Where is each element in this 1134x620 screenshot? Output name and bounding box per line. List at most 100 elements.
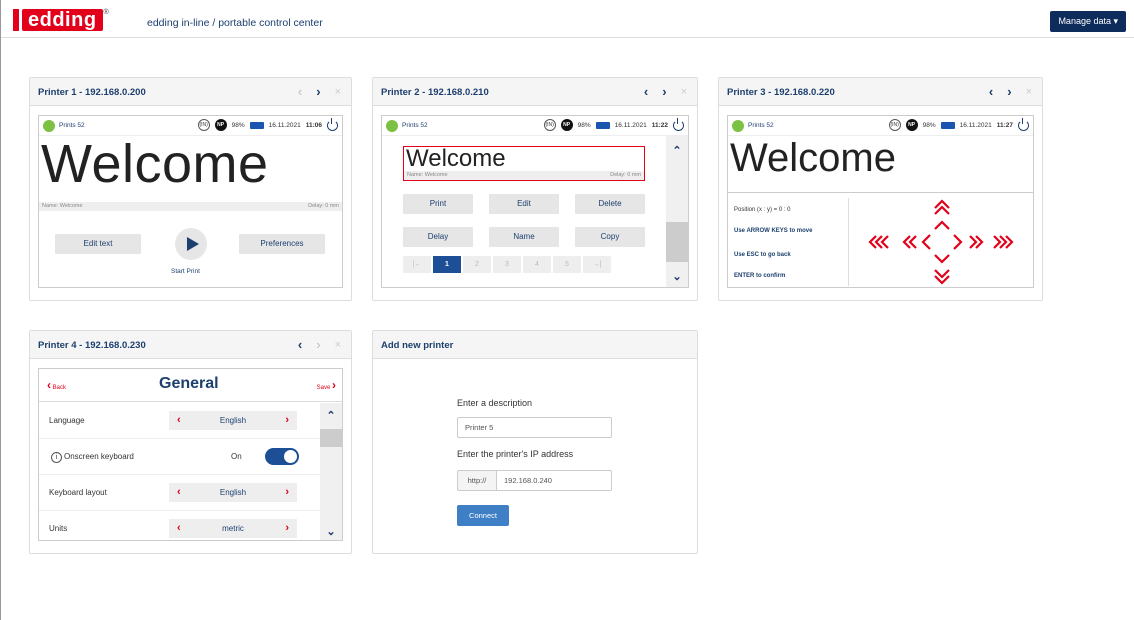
left-icon[interactable] [921,234,931,250]
right-fast-icon[interactable] [969,235,984,249]
add-printer-header: Add new printer [373,331,697,359]
next-printer-icon[interactable]: › [1007,84,1011,99]
setting-value: On [231,452,242,461]
edit-text-button[interactable]: Edit text [55,234,141,254]
onscreen-keyboard-toggle[interactable] [265,448,299,465]
preferences-button[interactable]: Preferences [239,234,325,254]
up-fast-icon[interactable] [934,199,950,215]
status-bar: Prints 52 (IN) NP 98% 16.11.2021 11:06 [39,116,342,136]
connect-button[interactable]: Connect [457,505,509,526]
copy-button[interactable]: Copy [575,227,645,247]
time: 11:22 [651,121,668,129]
battery-percent: 98% [231,121,245,129]
play-icon[interactable] [175,228,207,260]
down-fast-icon[interactable] [934,269,950,285]
next-option-icon[interactable]: › [285,519,289,538]
pagination: |← 1 2 3 4 5 →| [403,256,611,273]
close-icon[interactable]: × [681,86,687,99]
settings-header: ‹ Back General Save › [39,369,342,402]
power-icon[interactable] [1018,117,1029,131]
battery-icon [595,121,610,129]
power-icon[interactable] [327,117,338,131]
prev-option-icon[interactable]: ‹ [177,519,181,538]
language-selector[interactable]: ‹ English › [169,411,297,430]
next-printer-icon[interactable]: › [662,84,666,99]
text-item-preview: Welcome [406,145,506,172]
page-2-button[interactable]: 2 [463,256,491,273]
scroll-up-icon[interactable]: ⌃ [666,144,688,157]
time: 11:06 [305,121,322,129]
right-icon[interactable] [953,234,963,250]
down-icon[interactable] [934,254,950,264]
prev-option-icon[interactable]: ‹ [177,483,181,502]
close-icon[interactable]: × [335,339,341,352]
battery-icon [940,121,955,129]
next-option-icon[interactable]: › [285,411,289,430]
np-icon: NP [214,119,227,131]
scroll-down-icon[interactable]: ⌄ [666,270,688,283]
np-icon: NP [560,119,573,131]
delete-button[interactable]: Delete [575,194,645,214]
scroll-thumb[interactable] [320,429,342,447]
cartridge-icon: (IN) [197,119,210,131]
delay-button[interactable]: Delay [403,227,473,247]
ip-input[interactable]: 192.168.0.240 [496,470,612,491]
next-printer-icon[interactable]: › [316,337,320,352]
right-fastest-icon[interactable] [993,235,1014,249]
prev-printer-icon[interactable]: ‹ [644,84,648,99]
prev-printer-icon[interactable]: ‹ [989,84,993,99]
edit-button[interactable]: Edit [489,194,559,214]
description-input[interactable]: Printer 5 [457,417,612,438]
name-button[interactable]: Name [489,227,559,247]
scrollbar[interactable]: ⌃ ⌄ [666,136,688,287]
cartridge-icon: (IN) [543,119,556,131]
prev-option-icon[interactable]: ‹ [177,411,181,430]
scrollbar[interactable]: ⌃ ⌄ [320,403,342,540]
setting-keyboard-layout: Keyboard layout ‹ English › [39,475,329,511]
ip-label: Enter the printer's IP address [457,449,574,459]
page-4-button[interactable]: 4 [523,256,551,273]
selected-text-item[interactable]: Welcome Name: Welcome Delay: 0 mm [403,146,645,181]
left-fastest-icon[interactable] [868,235,889,249]
next-option-icon[interactable]: › [285,483,289,502]
scroll-thumb[interactable] [666,222,688,262]
units-selector[interactable]: ‹ metric › [169,519,297,538]
date: 16.11.2021 [614,121,647,129]
scroll-down-icon[interactable]: ⌄ [320,525,342,538]
top-bar: edding ® edding in-line / portable contr… [1,0,1134,38]
up-icon[interactable] [934,220,950,230]
first-page-button[interactable]: |← [403,256,431,273]
print-button[interactable]: Print [403,194,473,214]
printer-3-screen: Prints 52 (IN) NP 98% 16.11.2021 11:27 W… [727,115,1034,288]
printer-4-header: Printer 4 - 192.168.0.230 ‹ › × [30,331,351,359]
printer-3-nav: ‹ › × [989,84,1032,99]
page-1-button[interactable]: 1 [433,256,461,273]
keyboard-layout-selector[interactable]: ‹ English › [169,483,297,502]
printer-2-screen: Prints 52 (IN) NP 98% 16.11.2021 11:22 W… [381,115,689,288]
last-page-button[interactable]: →| [583,256,611,273]
page-3-button[interactable]: 3 [493,256,521,273]
close-icon[interactable]: × [1026,86,1032,99]
edding-logo[interactable]: edding ® [13,9,109,31]
page-5-button[interactable]: 5 [553,256,581,273]
prints-count: Prints 52 [59,122,85,129]
prev-printer-icon[interactable]: ‹ [298,337,302,352]
save-button[interactable]: Save › [317,378,336,392]
next-printer-icon[interactable]: › [316,84,320,99]
add-printer-title: Add new printer [381,340,454,351]
info-icon[interactable]: i [51,452,62,463]
setting-label: Keyboard layout [49,488,107,497]
back-label: Back [52,385,67,391]
power-icon[interactable] [673,117,684,131]
scroll-up-icon[interactable]: ⌃ [320,409,342,422]
cartridge-icon: (IN) [888,119,901,131]
printer-2-panel: Printer 2 - 192.168.0.210 ‹ › × Prints 5… [372,77,698,301]
left-fast-icon[interactable] [902,235,917,249]
prev-printer-icon[interactable]: ‹ [298,84,302,99]
printer-2-header: Printer 2 - 192.168.0.210 ‹ › × [373,78,697,106]
printer-2-title: Printer 2 - 192.168.0.210 [381,87,489,98]
setting-value: English [219,488,247,497]
back-button[interactable]: ‹ Back [47,378,66,392]
manage-data-button[interactable]: Manage data ▾ [1050,11,1126,32]
close-icon[interactable]: × [335,86,341,99]
